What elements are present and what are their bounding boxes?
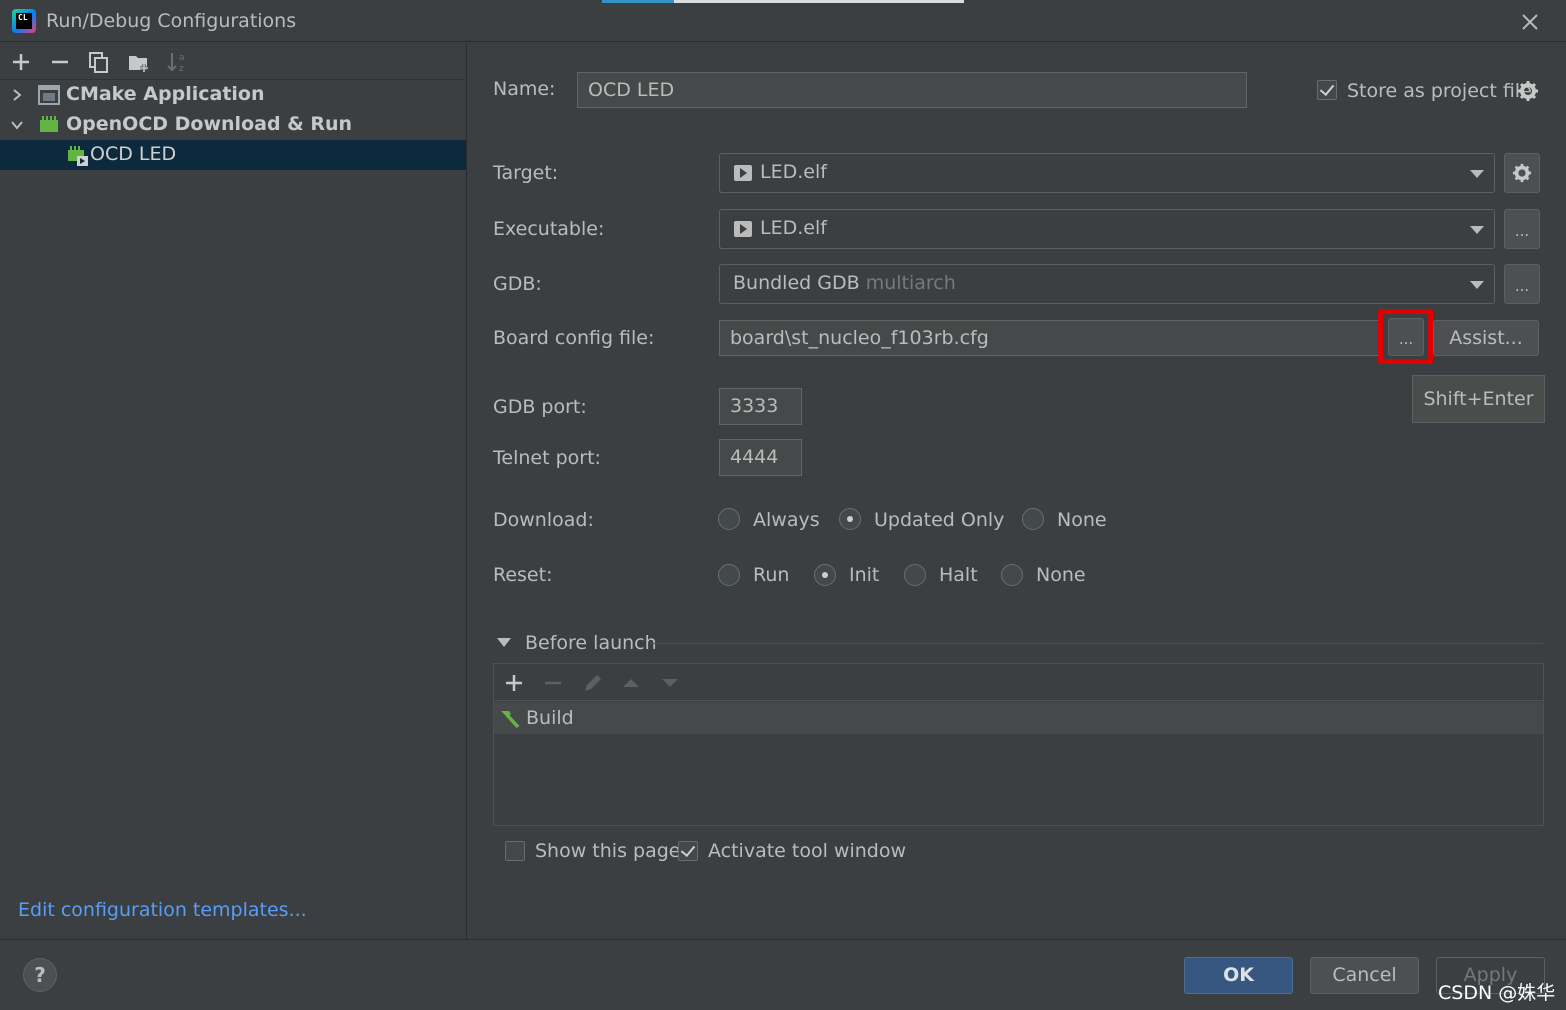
before-launch-separator — [650, 643, 1543, 644]
chevron-down-icon[interactable] — [10, 118, 24, 132]
chevron-down-icon — [1470, 170, 1484, 178]
tree-item-cmake-application[interactable]: CMake Application — [0, 80, 466, 110]
gdb-port-label: GDB port: — [493, 396, 587, 418]
executable-browse-button[interactable]: ... — [1504, 209, 1540, 249]
shortcut-tooltip: Shift+Enter — [1412, 375, 1545, 423]
reset-label: Reset: — [493, 564, 553, 586]
board-config-field[interactable]: board\st_nucleo_f103rb.cfg — [719, 320, 1379, 356]
gdb-hint: multiarch — [865, 272, 956, 294]
download-updated-only-label: Updated Only — [874, 509, 1005, 531]
cmake-app-icon — [38, 85, 60, 105]
reset-halt-label: Halt — [939, 564, 978, 586]
assist-button[interactable]: Assist... — [1433, 320, 1539, 356]
gdb-dropdown[interactable]: Bundled GDB multiarch — [719, 264, 1495, 304]
show-page-checkbox[interactable] — [505, 841, 525, 861]
gdb-browse-button[interactable]: ... — [1504, 264, 1540, 304]
store-project-file-checkbox[interactable] — [1317, 80, 1337, 100]
edit-templates-link[interactable]: Edit configuration templates... — [18, 899, 307, 921]
window-title: Run/Debug Configurations — [46, 10, 297, 32]
target-label: Target: — [493, 162, 559, 184]
download-none-label: None — [1057, 509, 1107, 531]
tree-item-label: CMake Application — [66, 83, 265, 105]
target-settings-button[interactable] — [1504, 153, 1540, 193]
before-launch-toolbar — [494, 664, 1543, 701]
gdb-label: GDB: — [493, 273, 542, 295]
hammer-icon — [501, 711, 520, 729]
top-accent-bar-light — [674, 0, 964, 3]
download-always-radio[interactable] — [718, 508, 740, 530]
board-config-label: Board config file: — [493, 327, 655, 349]
help-button[interactable]: ? — [23, 958, 57, 992]
name-label: Name: — [493, 78, 556, 100]
executable-file-icon — [734, 221, 752, 237]
ok-button[interactable]: OK — [1184, 957, 1293, 994]
gdb-port-field[interactable]: 3333 — [719, 388, 802, 425]
download-none-radio[interactable] — [1022, 508, 1044, 530]
reset-none-radio[interactable] — [1001, 564, 1023, 586]
tree-item-label: OCD LED — [90, 143, 177, 165]
copy-icon[interactable] — [87, 50, 111, 74]
remove-task-icon[interactable] — [543, 673, 563, 693]
chevron-down-icon — [1470, 226, 1484, 234]
reset-run-radio[interactable] — [718, 564, 740, 586]
top-accent-bar — [602, 0, 674, 3]
before-launch-title: Before launch — [525, 632, 657, 654]
chip-run-icon — [68, 146, 88, 166]
task-label: Build — [526, 707, 574, 729]
chevron-down-icon — [1470, 281, 1484, 289]
store-project-file-label: Store as project file — [1347, 80, 1532, 102]
executable-label: Executable: — [493, 218, 605, 240]
download-always-label: Always — [753, 509, 820, 531]
activate-tool-window-checkbox[interactable] — [678, 841, 698, 861]
gdb-value: Bundled GDB multiarch — [733, 272, 956, 294]
collapse-triangle-icon[interactable] — [497, 638, 511, 647]
chevron-right-icon[interactable] — [10, 88, 24, 102]
reset-none-label: None — [1036, 564, 1086, 586]
reset-run-label: Run — [753, 564, 790, 586]
target-value: LED.elf — [760, 161, 827, 183]
add-icon[interactable] — [9, 50, 33, 74]
cancel-button[interactable]: Cancel — [1310, 957, 1419, 994]
watermark: CSDN @姝华 — [1438, 982, 1556, 1004]
executable-dropdown[interactable]: LED.elf — [719, 209, 1495, 249]
tree-item-openocd-download-run[interactable]: OpenOCD Download & Run — [0, 110, 466, 140]
telnet-port-label: Telnet port: — [493, 447, 601, 469]
name-field[interactable]: OCD LED — [577, 72, 1247, 108]
task-list-item[interactable]: Build — [494, 702, 1543, 734]
executable-file-icon — [734, 165, 752, 181]
svg-text:a: a — [179, 53, 185, 63]
sort-icon[interactable]: az — [166, 50, 190, 74]
move-down-icon[interactable] — [660, 675, 680, 691]
chip-icon — [40, 116, 58, 132]
show-page-label: Show this page — [535, 840, 681, 862]
telnet-port-field[interactable]: 4444 — [719, 439, 802, 476]
svg-text:z: z — [179, 64, 184, 74]
tree-item-label: OpenOCD Download & Run — [66, 113, 353, 135]
reset-halt-radio[interactable] — [904, 564, 926, 586]
clion-logo-icon: CL — [12, 9, 36, 33]
remove-icon[interactable] — [48, 50, 72, 74]
configuration-tree-panel — [0, 43, 467, 939]
download-label: Download: — [493, 509, 594, 531]
target-dropdown[interactable]: LED.elf — [719, 153, 1495, 193]
gear-icon — [1512, 163, 1532, 183]
tree-item-ocd-led[interactable]: OCD LED — [0, 140, 466, 170]
activate-tool-window-label: Activate tool window — [708, 840, 907, 862]
download-updated-only-radio[interactable] — [839, 508, 861, 530]
edit-pencil-icon[interactable] — [582, 672, 604, 694]
close-icon[interactable] — [1516, 8, 1544, 36]
gear-icon[interactable] — [1517, 80, 1539, 102]
move-up-icon[interactable] — [621, 675, 641, 691]
executable-value: LED.elf — [760, 217, 827, 239]
add-task-icon[interactable] — [504, 673, 524, 693]
bottom-separator — [0, 939, 1566, 940]
reset-init-label: Init — [849, 564, 880, 586]
folder-add-icon[interactable] — [127, 50, 151, 74]
highlight-box — [1378, 309, 1433, 364]
reset-init-radio[interactable] — [814, 564, 836, 586]
